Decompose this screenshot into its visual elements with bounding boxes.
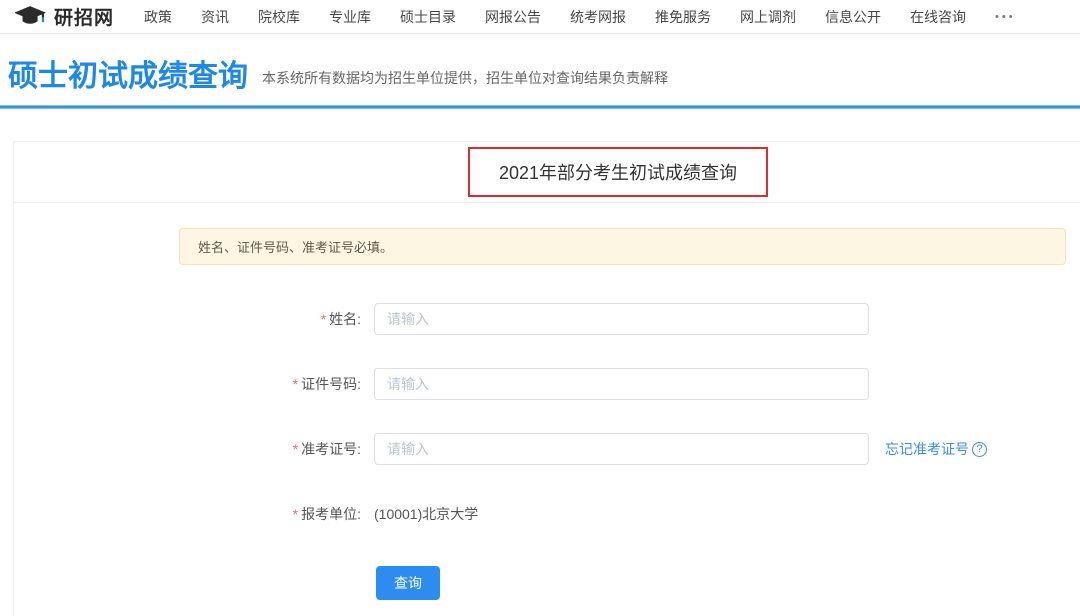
logo-text: 研招网 [54,3,114,30]
graduation-cap-icon [15,5,54,28]
nav-more-icon[interactable]: ••• [995,11,1016,23]
name-label: *姓名: [14,309,361,329]
nav-item-online-consult[interactable]: 在线咨询 [910,7,966,27]
forgot-ticket-link[interactable]: 忘记准考证号 ? [885,439,987,459]
nav-menu: 政策 资讯 院校库 专业库 硕士目录 网报公告 统考网报 推免服务 网上调剂 信… [144,7,1016,27]
name-input[interactable] [374,303,869,335]
nav-item-info-disclosure[interactable]: 信息公开 [825,7,881,27]
id-number-input[interactable] [374,368,869,400]
form-row-ticket-number: *准考证号: 忘记准考证号 ? [14,433,1080,465]
required-asterisk: * [321,311,326,327]
query-card: 2021年部分考生初试成绩查询 姓名、证件号码、准考证号必填。 *姓名: *证件… [13,141,1080,616]
ticket-number-input[interactable] [374,433,869,465]
required-fields-notice: 姓名、证件号码、准考证号必填。 [179,228,1066,265]
nav-item-news[interactable]: 资讯 [201,7,229,27]
top-navigation: 研招网 政策 资讯 院校库 专业库 硕士目录 网报公告 统考网报 推免服务 网上… [0,0,1080,34]
required-asterisk: * [293,441,298,457]
card-body: 姓名、证件号码、准考证号必填。 *姓名: *证件号码: *准考证号: 忘记准考证… [14,203,1080,600]
nav-item-master-catalog[interactable]: 硕士目录 [400,7,456,27]
card-title-highlight-box: 2021年部分考生初试成绩查询 [468,147,768,197]
help-icon: ? [972,442,987,457]
query-button[interactable]: 查询 [376,566,440,600]
card-title: 2021年部分考生初试成绩查询 [499,163,737,183]
submit-row: 查询 [376,566,1080,600]
form-row-id-number: *证件号码: [14,368,1080,400]
target-unit-value: (10001)北京大学 [374,504,478,524]
nav-item-college-library[interactable]: 院校库 [258,7,300,27]
nav-item-policy[interactable]: 政策 [144,7,172,27]
id-number-label: *证件号码: [14,374,361,394]
required-asterisk: * [293,376,298,392]
site-logo[interactable]: 研招网 [15,3,114,30]
card-header: 2021年部分考生初试成绩查询 [14,142,1080,203]
page-subtitle: 本系统所有数据均为招生单位提供，招生单位对查询结果负责解释 [262,68,668,93]
required-asterisk: * [293,506,298,522]
nav-item-exemption-service[interactable]: 推免服务 [655,7,711,27]
form-row-target-unit: *报考单位: (10001)北京大学 [14,498,1080,530]
target-unit-label: *报考单位: [14,504,361,524]
nav-item-online-adjustment[interactable]: 网上调剂 [740,7,796,27]
page-title: 硕士初试成绩查询 [8,60,248,93]
ticket-number-label: *准考证号: [14,439,361,459]
nav-item-online-report-notice[interactable]: 网报公告 [485,7,541,27]
blue-divider [0,105,1080,109]
nav-item-unified-exam-report[interactable]: 统考网报 [570,7,626,27]
page-header: 硕士初试成绩查询 本系统所有数据均为招生单位提供，招生单位对查询结果负责解释 [0,34,1080,105]
form-row-name: *姓名: [14,303,1080,335]
nav-item-major-library[interactable]: 专业库 [329,7,371,27]
